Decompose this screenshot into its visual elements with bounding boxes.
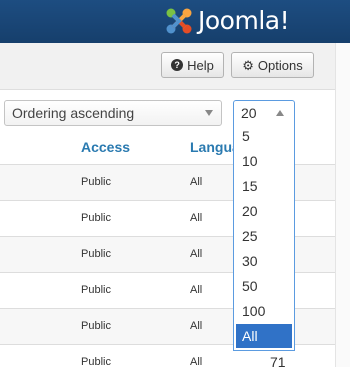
cell-access: Public — [81, 284, 111, 296]
limit-option[interactable]: 30 — [236, 249, 292, 273]
cell-language: All — [190, 356, 203, 367]
joomla-logo[interactable]: Joomla! — [164, 5, 344, 37]
list-limit-dropdown: 5 10 15 20 25 30 50 100 All — [233, 124, 295, 351]
cell-access: Public — [81, 320, 111, 332]
cell-access: Public — [81, 212, 111, 224]
cell-access: Public — [81, 356, 111, 367]
limit-option-selected[interactable]: All — [236, 324, 292, 348]
limit-option[interactable]: 20 — [236, 199, 292, 223]
cell-language: All — [190, 320, 203, 332]
scrollbar-track[interactable] — [335, 43, 350, 367]
cell-id: 71 — [270, 354, 286, 367]
limit-option[interactable]: 15 — [236, 174, 292, 198]
cell-language: All — [190, 212, 203, 224]
help-button[interactable]: ? Help — [161, 52, 224, 78]
chevron-up-icon — [276, 110, 284, 116]
list-limit-value: 20 — [241, 105, 257, 121]
joomla-logo-icon — [166, 8, 192, 34]
toolbar: ? Help ⚙ Options — [0, 43, 350, 90]
cell-access: Public — [81, 176, 111, 188]
options-button[interactable]: ⚙ Options — [231, 52, 314, 78]
help-icon: ? — [171, 59, 184, 71]
limit-option[interactable]: 5 — [236, 124, 292, 148]
column-header-access[interactable]: Access — [81, 139, 130, 155]
cell-access: Public — [81, 248, 111, 260]
cell-language: All — [190, 176, 203, 188]
limit-option[interactable]: 100 — [236, 299, 292, 323]
list-limit-select[interactable]: 20 — [233, 100, 295, 124]
column-header-language[interactable]: Language — [190, 139, 235, 155]
ordering-select[interactable]: Ordering ascending — [4, 100, 222, 126]
chevron-down-icon — [205, 110, 213, 116]
brand-name: Joomla! — [198, 6, 290, 35]
options-button-label: Options — [257, 57, 303, 73]
cell-language: All — [190, 248, 203, 260]
help-button-label: Help — [187, 57, 214, 73]
header-bar: Joomla! — [0, 0, 350, 43]
limit-option[interactable]: 10 — [236, 149, 292, 173]
limit-option[interactable]: 50 — [236, 274, 292, 298]
limit-option[interactable]: 25 — [236, 224, 292, 248]
gear-icon: ⚙ — [242, 57, 254, 73]
cell-language: All — [190, 284, 203, 296]
ordering-select-value: Ordering ascending — [12, 105, 135, 121]
